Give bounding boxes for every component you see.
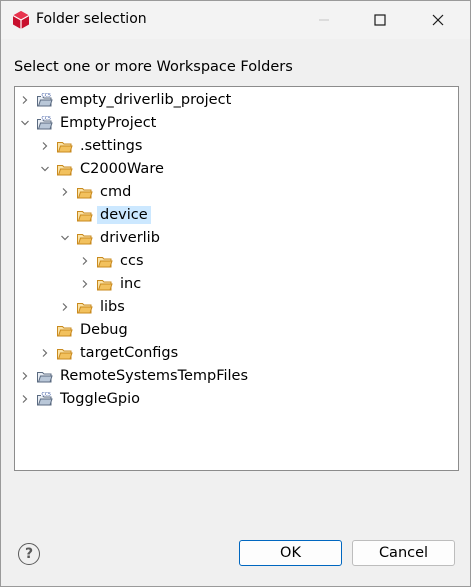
project-icon bbox=[37, 371, 53, 382]
folder-icon bbox=[57, 325, 73, 336]
tree-item[interactable]: CCS empty_driverlib_project bbox=[20, 89, 234, 111]
tree-item[interactable]: libs bbox=[60, 296, 128, 318]
ccs-project-icon: CCS bbox=[37, 390, 53, 405]
chevron-down-icon[interactable] bbox=[40, 164, 50, 174]
chevron-down-icon[interactable] bbox=[20, 118, 30, 128]
folder-icon bbox=[77, 187, 93, 198]
tree-item-label: RemoteSystemsTempFiles bbox=[60, 368, 249, 384]
chevron-right-icon[interactable] bbox=[20, 95, 30, 105]
folder-icon bbox=[77, 233, 93, 244]
minimize-button[interactable] bbox=[301, 1, 347, 39]
chevron-right-icon[interactable] bbox=[40, 348, 50, 358]
folder-icon bbox=[57, 164, 73, 175]
close-icon bbox=[432, 14, 444, 26]
folder-icon bbox=[57, 348, 73, 359]
folder-icon bbox=[77, 302, 93, 313]
chevron-right-icon[interactable] bbox=[60, 302, 70, 312]
chevron-right-icon[interactable] bbox=[60, 187, 70, 197]
tree-item-label: ccs bbox=[120, 253, 144, 269]
tree-item-label: Debug bbox=[80, 322, 128, 338]
tree-item-label: device bbox=[97, 206, 151, 224]
ccs-project-icon: CCS bbox=[37, 114, 53, 129]
chevron-right-icon[interactable] bbox=[80, 256, 90, 266]
title-bar: Folder selection bbox=[1, 1, 470, 39]
close-button[interactable] bbox=[415, 1, 461, 39]
tree-item[interactable]: CCS ToggleGpio bbox=[20, 388, 143, 410]
ccs-project-icon: CCS bbox=[37, 91, 53, 106]
window-title: Folder selection bbox=[36, 11, 147, 27]
chevron-right-icon[interactable] bbox=[20, 371, 30, 381]
minimize-icon bbox=[319, 19, 329, 21]
tree-item[interactable]: Debug bbox=[40, 319, 131, 341]
tree-item[interactable]: C2000Ware bbox=[40, 158, 167, 180]
tree-item[interactable]: ccs bbox=[80, 250, 147, 272]
tree-item[interactable]: CCS EmptyProject bbox=[20, 112, 159, 134]
tree-item[interactable]: .settings bbox=[40, 135, 145, 157]
tree-item[interactable]: targetConfigs bbox=[40, 342, 181, 364]
cancel-button[interactable]: Cancel bbox=[352, 540, 455, 566]
ok-button[interactable]: OK bbox=[239, 540, 342, 566]
tree-item-label: C2000Ware bbox=[80, 161, 164, 177]
dialog-prompt: Select one or more Workspace Folders bbox=[14, 59, 293, 75]
tree-item[interactable]: inc bbox=[80, 273, 144, 295]
tree-item-label: libs bbox=[100, 299, 125, 315]
tree-item-label: driverlib bbox=[100, 230, 160, 246]
tree-item[interactable]: device bbox=[60, 204, 151, 226]
tree-item-label: inc bbox=[120, 276, 142, 292]
chevron-right-icon[interactable] bbox=[80, 279, 90, 289]
tree-item[interactable]: RemoteSystemsTempFiles bbox=[20, 365, 251, 387]
help-icon[interactable]: ? bbox=[18, 543, 40, 565]
maximize-button[interactable] bbox=[357, 1, 403, 39]
tree-item-label: EmptyProject bbox=[60, 115, 157, 131]
tree-item-label: cmd bbox=[100, 184, 132, 200]
folder-icon bbox=[97, 256, 113, 267]
folder-tree[interactable]: CCS empty_driverlib_project CCS EmptyProjec… bbox=[14, 86, 459, 471]
chevron-down-icon[interactable] bbox=[60, 233, 70, 243]
folder-icon bbox=[57, 141, 73, 152]
chevron-right-icon[interactable] bbox=[40, 141, 50, 151]
folder-icon bbox=[97, 279, 113, 290]
tree-item[interactable]: cmd bbox=[60, 181, 134, 203]
maximize-icon bbox=[374, 14, 386, 26]
svg-text:CCS: CCS bbox=[42, 115, 51, 121]
app-icon bbox=[12, 11, 30, 29]
tree-item-label: ToggleGpio bbox=[60, 391, 140, 407]
svg-text:CCS: CCS bbox=[42, 92, 51, 98]
chevron-right-icon[interactable] bbox=[20, 394, 30, 404]
tree-item[interactable]: driverlib bbox=[60, 227, 163, 249]
tree-item-label: empty_driverlib_project bbox=[60, 92, 232, 108]
tree-item-label: targetConfigs bbox=[80, 345, 179, 361]
folder-selection-dialog: Folder selection Select one or more Work… bbox=[0, 0, 471, 587]
tree-item-label: .settings bbox=[80, 138, 143, 154]
svg-text:CCS: CCS bbox=[42, 391, 51, 397]
folder-icon bbox=[77, 210, 93, 221]
